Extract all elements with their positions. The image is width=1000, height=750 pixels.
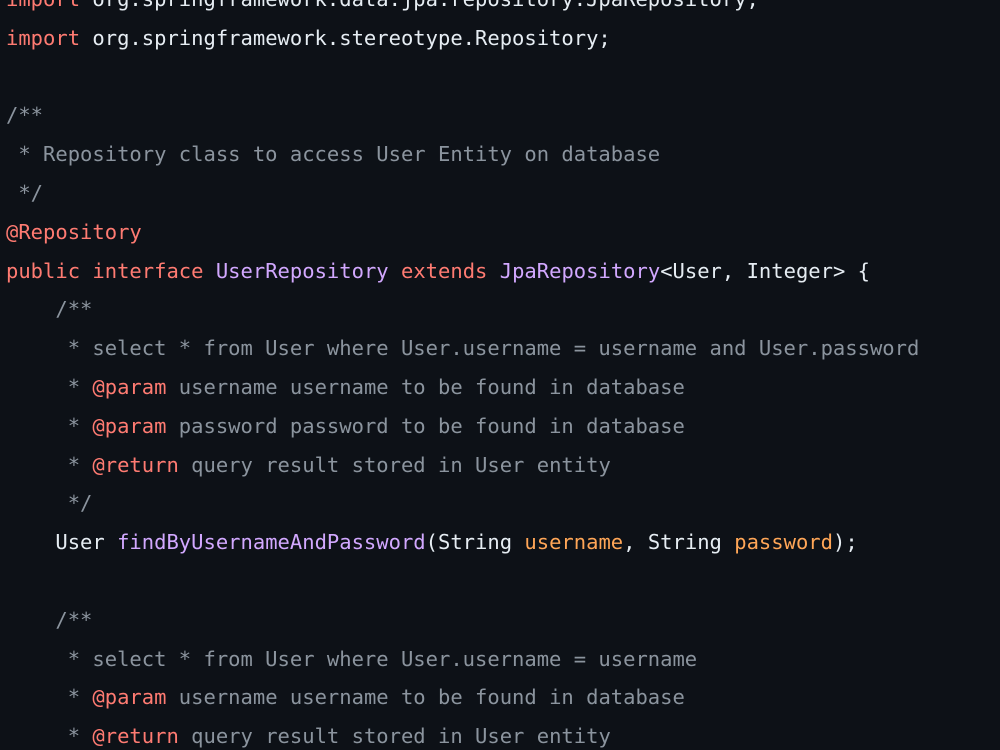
code-line: /**	[6, 96, 919, 135]
code-token-keyword: public	[6, 258, 81, 283]
code-token-comment: *	[6, 724, 93, 749]
code-token-keyword: import	[6, 0, 80, 11]
code-token-comment: username username to be found in databas…	[166, 374, 685, 399]
code-token-doctag: @return	[92, 452, 179, 477]
code-token-plain: org.springframework.data.jpa.repository.…	[80, 0, 758, 11]
code-line: User findByUsernameAndPassword(String us…	[6, 523, 919, 562]
code-line: * select * from User where User.username…	[6, 329, 920, 368]
code-token-plain: org.springframework.stereotype.Repositor…	[80, 25, 611, 50]
code-token-comment: username username to be found in databas…	[166, 685, 685, 710]
code-token-comment: /**	[6, 607, 93, 632]
code-line: * @param username username to be found i…	[6, 368, 919, 407]
code-viewer: import org.springframework.data.jpa.repo…	[0, 0, 1000, 750]
code-token-keyword: import	[6, 25, 81, 50]
code-line: * @return query result stored in User en…	[6, 446, 919, 485]
code-token-param: password	[734, 530, 833, 555]
code-line: * @return query result stored in User en…	[6, 717, 919, 750]
code-line: public interface UserRepository extends …	[6, 252, 919, 291]
code-token-doctag: @param	[92, 413, 167, 438]
code-token-doctag: @return	[92, 724, 179, 749]
code-token-keyword: interface	[92, 258, 204, 283]
code-token-plain: (String	[425, 530, 525, 555]
code-token-comment: password password to be found in databas…	[166, 413, 685, 438]
code-line: * @param password password to be found i…	[6, 407, 919, 446]
code-token-comment: *	[6, 685, 93, 710]
code-line: * Repository class to access User Entity…	[6, 135, 919, 174]
code-line: /**	[6, 290, 919, 329]
code-token-comment: query result stored in User entity	[178, 452, 611, 477]
code-token-plain: <User, Integer> {	[660, 258, 871, 283]
code-token-comment: query result stored in User entity	[178, 724, 611, 749]
code-token-param: username	[524, 530, 624, 555]
code-token-comment: */	[6, 180, 44, 205]
code-token-comment: /**	[6, 103, 44, 128]
code-token-comment: * Repository class to access User Entity…	[6, 142, 661, 167]
code-token-plain: , String	[623, 530, 735, 555]
code-token-func: findByUsernameAndPassword	[117, 530, 426, 555]
code-line: * @param username username to be found i…	[6, 678, 919, 717]
code-line: */	[6, 484, 919, 523]
code-line: import org.springframework.stereotype.Re…	[6, 19, 919, 58]
code-line: import org.springframework.data.jpa.repo…	[6, 0, 919, 19]
code-token-comment: *	[6, 452, 93, 477]
code-token-keyword: extends	[400, 258, 488, 283]
code-lines: import org.springframework.data.jpa.repo…	[6, 0, 919, 750]
code-token-doctag: @param	[92, 685, 167, 710]
code-token-comment: * select * from User where User.username…	[6, 336, 920, 361]
code-token-comment: *	[6, 374, 93, 399]
code-token-plain: User	[6, 530, 118, 555]
code-token-doctag: @param	[92, 374, 167, 399]
code-token-comment: */	[6, 491, 93, 516]
code-token-type: UserRepository	[215, 258, 389, 283]
code-line: /**	[6, 601, 919, 640]
code-token-comment: *	[6, 413, 93, 438]
code-token-comment: * select * from User where User.username…	[6, 646, 698, 671]
code-token-annotation: @Repository	[6, 219, 142, 244]
code-token-type: JpaRepository	[499, 258, 661, 283]
code-token-comment: /**	[6, 297, 93, 322]
code-token-plain: );	[833, 530, 858, 555]
code-line: * select * from User where User.username…	[6, 640, 919, 679]
code-line: */	[6, 174, 919, 213]
code-line: @Repository	[6, 213, 919, 252]
